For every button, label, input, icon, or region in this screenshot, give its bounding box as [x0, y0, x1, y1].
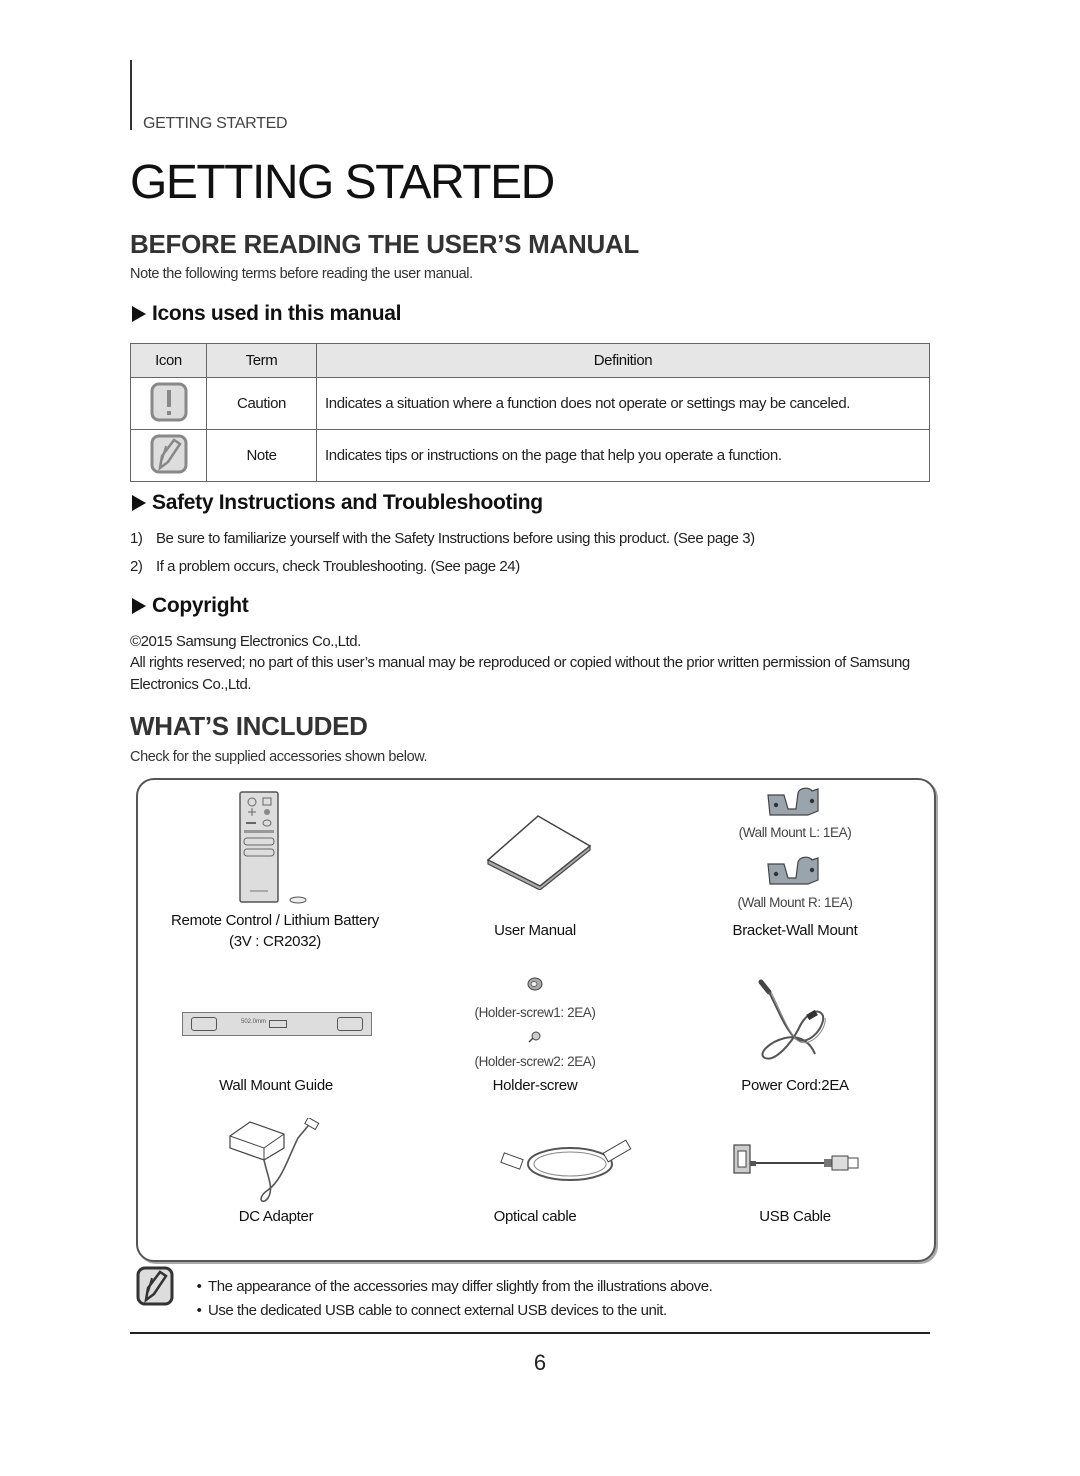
- notes-list: • The appearance of the accessories may …: [190, 1278, 713, 1326]
- usb-cable-label: USB Cable: [759, 1208, 831, 1225]
- note-text: The appearance of the accessories may di…: [208, 1278, 713, 1295]
- triangle-bullet-icon: [132, 495, 146, 511]
- guide-mark-right: [337, 1017, 363, 1031]
- safety-heading: Safety Instructions and Troubleshooting: [132, 491, 543, 515]
- power-cord-label: Power Cord:2EA: [741, 1077, 849, 1094]
- dc-adapter-illustration: [229, 1118, 320, 1203]
- wall-mount-l-label: (Wall Mount L: 1EA): [738, 825, 852, 840]
- holder-screw1-illustration: [527, 977, 543, 991]
- table-row: Note Indicates tips or instructions on t…: [130, 429, 930, 482]
- column-header-icon: Icon: [130, 343, 207, 378]
- term-cell: Caution: [206, 377, 317, 430]
- note-icon: [136, 1266, 174, 1306]
- section-marker-bar: [130, 60, 132, 130]
- caution-icon: [150, 382, 187, 421]
- guide-dimension: 502.0mm: [241, 1019, 267, 1025]
- triangle-bullet-icon: [132, 598, 146, 614]
- note-text: Use the dedicated USB cable to connect e…: [208, 1302, 667, 1319]
- holder-screw2-label: (Holder-screw2: 2EA): [474, 1054, 596, 1069]
- table-header-row: Icon Term Definition: [130, 343, 930, 378]
- safety-heading-text: Safety Instructions and Troubleshooting: [152, 491, 543, 514]
- user-manual-label: User Manual: [494, 922, 576, 939]
- holder-screw1-label: (Holder-screw1: 2EA): [474, 1005, 596, 1020]
- safety-list-item: 1) Be sure to familiarize yourself with t…: [130, 528, 755, 550]
- safety-list-item: 2) If a problem occurs, check Troubleshoo…: [130, 556, 520, 578]
- guide-mark-left: [191, 1017, 217, 1031]
- optical-cable-illustration: [500, 1139, 632, 1181]
- icons-heading-text: Icons used in this manual: [152, 302, 402, 325]
- wall-mount-guide-illustration: 502.0mm: [182, 1012, 372, 1036]
- icons-heading: Icons used in this manual: [132, 302, 402, 326]
- wall-mount-guide-label: Wall Mount Guide: [219, 1077, 333, 1094]
- list-text: Be sure to familiarize yourself with the…: [156, 530, 755, 547]
- power-cord-illustration: [758, 979, 826, 1060]
- copyright-heading: Copyright: [132, 594, 249, 618]
- remote-label: Remote Control / Lithium Battery: [171, 912, 379, 929]
- user-manual-illustration: [486, 815, 592, 890]
- triangle-bullet-icon: [132, 306, 146, 322]
- before-reading-heading: BEFORE READING THE USER’S MANUAL: [130, 229, 639, 259]
- copyright-heading-text: Copyright: [152, 594, 249, 617]
- term-cell: Note: [206, 429, 317, 482]
- icon-cell: [130, 429, 207, 482]
- copyright-notice: All rights reserved; no part of this use…: [130, 654, 910, 693]
- column-header-definition: Definition: [316, 343, 930, 378]
- table-row: Caution Indicates a situation where a fu…: [130, 377, 930, 430]
- before-reading-intro: Note the following terms before reading …: [130, 266, 473, 282]
- remote-control-illustration: [239, 791, 307, 904]
- bracket-wall-mount-label: Bracket-Wall Mount: [732, 922, 858, 939]
- holder-screw-label: Holder-screw: [492, 1077, 578, 1094]
- definition-cell: Indicates tips or instructions on the pa…: [316, 429, 930, 482]
- optical-cable-label: Optical cable: [493, 1208, 577, 1225]
- holder-screw2-illustration: [528, 1031, 541, 1043]
- note-item: • Use the dedicated USB cable to connect…: [190, 1302, 712, 1326]
- guide-center-mark: [269, 1020, 287, 1028]
- remote-battery-spec: (3V : CR2032): [229, 933, 321, 950]
- whats-included-intro: Check for the supplied accessories shown…: [130, 749, 428, 765]
- wall-mount-r-label: (Wall Mount R: 1EA): [737, 895, 853, 910]
- icon-cell: [130, 377, 207, 430]
- whats-included-heading: WHAT’S INCLUDED: [130, 711, 368, 741]
- icons-table: Icon Term Definition Caution Indicates a…: [130, 343, 930, 482]
- definition-cell: Indicates a situation where a function d…: [316, 377, 930, 430]
- note-icon: [150, 434, 187, 473]
- list-text: If a problem occurs, check Troubleshooti…: [156, 558, 520, 575]
- copyright-line: ©2015 Samsung Electronics Co.,Ltd.: [130, 633, 361, 650]
- note-item: • The appearance of the accessories may …: [190, 1278, 713, 1302]
- wall-mount-r-illustration: [767, 856, 819, 885]
- column-header-term: Term: [206, 343, 317, 378]
- section-tag: GETTING STARTED: [143, 115, 288, 132]
- bullet: •: [196, 1278, 202, 1295]
- list-number: 2): [130, 558, 143, 575]
- wall-mount-l-illustration: [767, 787, 819, 816]
- usb-cable-illustration: [733, 1144, 859, 1174]
- bullet: •: [196, 1302, 202, 1319]
- page-title: GETTING STARTED: [130, 156, 555, 209]
- footer-divider: [130, 1332, 930, 1334]
- page-number: 6: [533, 1350, 547, 1375]
- dc-adapter-label: DC Adapter: [238, 1208, 314, 1225]
- list-number: 1): [130, 530, 143, 547]
